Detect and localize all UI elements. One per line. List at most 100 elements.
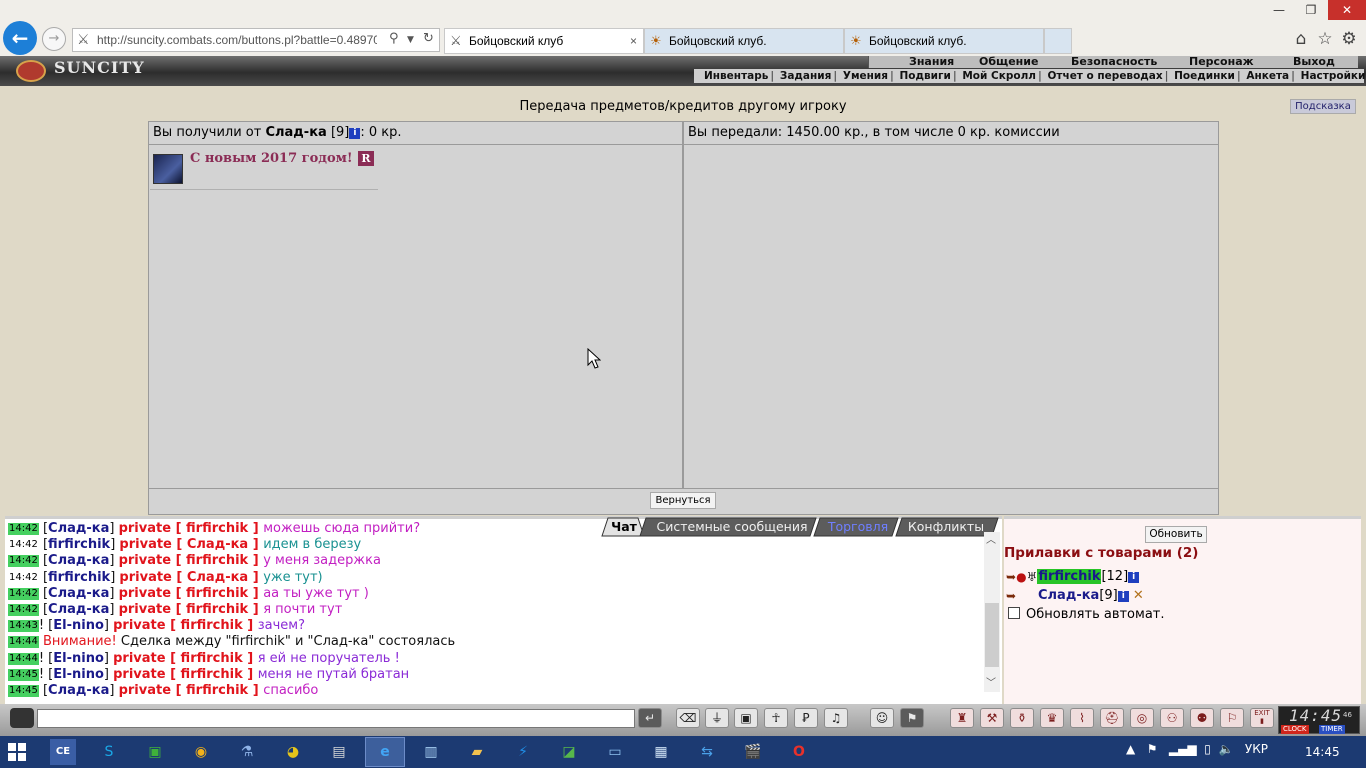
- internet-explorer-icon[interactable]: e: [372, 739, 398, 765]
- received-nick[interactable]: Слад-ка: [265, 125, 326, 140]
- chat-nick[interactable]: El-nino: [53, 651, 104, 666]
- dropdown-icon[interactable]: ▼: [407, 35, 414, 45]
- info-icon[interactable]: i: [1117, 591, 1129, 602]
- menu-communication[interactable]: Общение: [979, 56, 1038, 68]
- submenu-fights[interactable]: Поединки: [1174, 70, 1235, 82]
- submenu-transfer-report[interactable]: Отчет о переводах: [1047, 70, 1162, 82]
- tray-arrow-icon[interactable]: ▲: [1126, 742, 1135, 756]
- address-bar[interactable]: ⚔ http://suncity.combats.com/buttons.pl?…: [72, 28, 440, 52]
- person-icon[interactable]: ☥: [764, 708, 788, 728]
- taskbar-clock[interactable]: 14:45: [1305, 745, 1340, 759]
- browser-tab-active[interactable]: ⚔ Бойцовский клуб ×: [444, 28, 644, 54]
- minimize-icon[interactable]: —: [1262, 0, 1296, 20]
- chat-private-tag[interactable]: private [ firfirchik ]: [113, 667, 258, 682]
- chat-nick[interactable]: Слад-ка: [48, 586, 109, 601]
- scroll-icon[interactable]: ⌇: [1070, 708, 1094, 728]
- checkbox-box[interactable]: [1008, 607, 1020, 619]
- chat-tab-conflicts[interactable]: Конфликты: [904, 518, 988, 536]
- total-commander-icon[interactable]: CE: [50, 739, 76, 765]
- monitor-icon[interactable]: ▭: [602, 739, 628, 765]
- chat-private-tag[interactable]: private [ firfirchik ]: [119, 683, 264, 698]
- party-icon[interactable]: ⚉: [1190, 708, 1214, 728]
- chat-scroll-thumb[interactable]: [985, 603, 999, 667]
- chat-nick[interactable]: Слад-ка: [48, 553, 109, 568]
- chat-time[interactable]: 14:44: [8, 636, 39, 649]
- chat-nick[interactable]: El-nino: [53, 618, 104, 633]
- calculator-icon[interactable]: ▤: [326, 739, 352, 765]
- app-green-icon[interactable]: ▣: [142, 739, 168, 765]
- cross-swords-icon[interactable]: ✕: [1133, 588, 1144, 603]
- chat-time[interactable]: 14:45: [8, 668, 39, 681]
- battery-icon[interactable]: ▯: [1204, 742, 1211, 756]
- chrome-icon[interactable]: ◕: [280, 739, 306, 765]
- chat-nick[interactable]: firfirchik: [48, 570, 110, 585]
- chat-private-tag[interactable]: private [ firfirchik ]: [119, 602, 264, 617]
- chat-tab-system[interactable]: Системные сообщения: [654, 518, 810, 536]
- disk-icon[interactable]: ▦: [648, 739, 674, 765]
- scroll-up-icon[interactable]: ︿: [986, 531, 996, 546]
- player-nick[interactable]: Слад-ка: [1038, 588, 1099, 603]
- smiley-icon[interactable]: ☺: [870, 708, 894, 728]
- helmet-icon[interactable]: ⛑: [1100, 708, 1124, 728]
- chat-nick[interactable]: Слад-ка: [48, 602, 109, 617]
- chat-time[interactable]: 14:42: [8, 572, 39, 584]
- chat-time[interactable]: 14:42: [8, 587, 39, 600]
- chat-time[interactable]: 14:42: [8, 523, 39, 535]
- input-language[interactable]: УКР: [1245, 742, 1268, 756]
- lightning-icon[interactable]: ⚡: [510, 739, 536, 765]
- back-arrow-icon[interactable]: ←: [3, 21, 37, 55]
- target-icon[interactable]: ◎: [1130, 708, 1154, 728]
- menu-exit[interactable]: Выход: [1293, 56, 1335, 68]
- chest-icon[interactable]: ♛: [1040, 708, 1064, 728]
- opera-icon[interactable]: O: [786, 739, 812, 765]
- folder-icon[interactable]: ▰: [464, 739, 490, 765]
- chat-input[interactable]: [37, 709, 635, 728]
- chat-nick[interactable]: firfirchik: [48, 537, 110, 552]
- scroll-down-icon[interactable]: ﹀: [986, 674, 996, 689]
- hammer-icon[interactable]: ⚒: [980, 708, 1004, 728]
- forward-arrow-icon[interactable]: →: [42, 27, 66, 51]
- chat-private-tag[interactable]: private [ firfirchik ]: [119, 521, 264, 536]
- flag-icon[interactable]: ⚐: [1220, 708, 1244, 728]
- group-icon[interactable]: ⚇: [1160, 708, 1184, 728]
- tray-flag-icon[interactable]: ⚑: [1147, 742, 1158, 756]
- clan-icon[interactable]: ⚑: [900, 708, 924, 728]
- favorites-star-icon[interactable]: ☆: [1314, 29, 1336, 49]
- filter-icon[interactable]: ⏚: [705, 708, 729, 728]
- windows-start-icon[interactable]: [8, 743, 28, 763]
- clapper-icon[interactable]: 🎬: [740, 739, 766, 765]
- music-icon[interactable]: ♫: [824, 708, 848, 728]
- chat-time[interactable]: 14:44: [8, 652, 39, 665]
- hint-button[interactable]: Подсказка: [1290, 99, 1356, 114]
- search-icon[interactable]: ⚲: [389, 31, 399, 46]
- player-nick[interactable]: firfirchik: [1037, 569, 1102, 584]
- chat-time[interactable]: 14:42: [8, 604, 39, 616]
- chat-head-icon[interactable]: [10, 708, 34, 728]
- signal-icon[interactable]: ▂▄▆: [1169, 742, 1197, 756]
- submenu-my-scroll[interactable]: Мой Скролл: [962, 70, 1036, 82]
- gift-image[interactable]: [153, 154, 183, 184]
- chat-time[interactable]: 14:42: [8, 539, 39, 551]
- chat-nick[interactable]: El-nino: [53, 667, 104, 682]
- app-yellow-icon[interactable]: ◉: [188, 739, 214, 765]
- chat-tab-chat[interactable]: Чат: [604, 518, 644, 536]
- eraser-icon[interactable]: ⌫: [676, 708, 700, 728]
- chat-time[interactable]: 14:42: [8, 555, 39, 568]
- submenu-quests[interactable]: Задания: [780, 70, 831, 82]
- chat-tab-trade[interactable]: Торговля: [822, 518, 894, 536]
- trade-arrow-icon[interactable]: ➥: [1006, 589, 1038, 603]
- submenu-inventory[interactable]: Инвентарь: [704, 70, 768, 82]
- browser-tab[interactable]: ☀ Бойцовский клуб.: [844, 28, 1044, 54]
- submenu-achievements[interactable]: Подвиги: [900, 70, 951, 82]
- app-leaf-icon[interactable]: ◪: [556, 739, 582, 765]
- info-icon[interactable]: i: [1128, 572, 1140, 583]
- menu-security[interactable]: Безопасность: [1071, 56, 1157, 68]
- browser-tab[interactable]: ☀ Бойцовский клуб.: [644, 28, 844, 54]
- refresh-button[interactable]: Обновить: [1145, 526, 1207, 543]
- chat-private-tag[interactable]: private [ firfirchik ]: [119, 553, 264, 568]
- skype-icon[interactable]: S: [96, 739, 122, 765]
- settings-gear-icon[interactable]: ⚙: [1338, 29, 1360, 49]
- url-text[interactable]: http://suncity.combats.com/buttons.pl?ba…: [97, 33, 377, 47]
- save-icon[interactable]: ▣: [734, 708, 758, 728]
- new-tab-button[interactable]: [1044, 28, 1072, 54]
